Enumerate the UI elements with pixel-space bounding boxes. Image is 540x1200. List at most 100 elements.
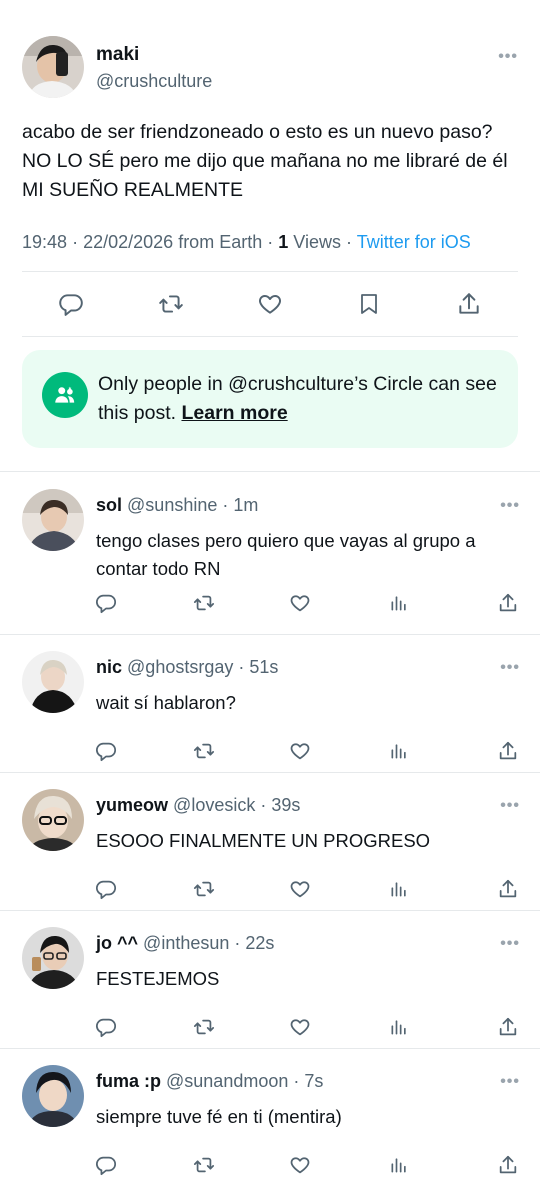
views-button[interactable] <box>379 1145 419 1185</box>
reply-text: siempre tuve fé en ti (mentira) <box>96 1106 342 1127</box>
reply-item[interactable]: jo ^^ @inthesun · 22s ••• FESTEJEMOS <box>0 911 540 1049</box>
reply-author-name[interactable]: nic <box>96 657 122 677</box>
reply-header: yumeow @lovesick · 39s <box>96 795 300 816</box>
reply-author-handle[interactable]: @ghostsrgay <box>127 657 233 677</box>
share-button[interactable] <box>488 1145 528 1185</box>
reply-avatar[interactable] <box>22 489 84 551</box>
circle-people-icon <box>42 372 88 418</box>
like-icon <box>290 881 310 898</box>
reply-actions <box>0 869 540 909</box>
retweet-button[interactable] <box>184 583 224 623</box>
reply-time: 1m <box>233 495 259 515</box>
reply-avatar[interactable] <box>22 651 84 713</box>
reply-header: fuma :p @sunandmoon · 7s <box>96 1071 323 1092</box>
more-icon[interactable]: ••• <box>500 935 520 953</box>
retweet-button[interactable] <box>184 1145 224 1185</box>
like-button[interactable] <box>280 583 320 623</box>
reply-avatar[interactable] <box>22 927 84 989</box>
reply-button[interactable] <box>86 869 126 909</box>
like-button[interactable] <box>280 869 320 909</box>
learn-more-link[interactable]: Learn more <box>181 402 287 424</box>
like-button[interactable] <box>250 284 290 324</box>
author-avatar[interactable] <box>22 36 84 98</box>
more-icon[interactable]: ••• <box>500 497 520 515</box>
views-button[interactable] <box>379 869 419 909</box>
more-icon[interactable]: ••• <box>498 48 518 66</box>
views-button[interactable] <box>379 1007 419 1047</box>
retweet-icon <box>193 1157 215 1173</box>
reply-icon <box>95 880 117 900</box>
reply-avatar[interactable] <box>22 789 84 851</box>
reply-header: jo ^^ @inthesun · 22s <box>96 933 274 954</box>
retweet-button[interactable] <box>184 1007 224 1047</box>
views-count[interactable]: 1 <box>278 232 288 252</box>
reply-author-handle[interactable]: @lovesick <box>173 795 255 815</box>
reply-icon <box>95 1156 117 1176</box>
author-handle[interactable]: @crushculture <box>96 71 212 92</box>
share-icon <box>499 879 517 898</box>
reply-author-handle[interactable]: @inthesun <box>143 933 229 953</box>
reply-text: tengo clases pero quiero que vayas al gr… <box>96 530 476 579</box>
reply-time: 7s <box>304 1071 324 1091</box>
reply-icon <box>59 294 83 316</box>
meta-separator: · <box>72 232 79 252</box>
share-button[interactable] <box>488 869 528 909</box>
views-icon <box>391 596 406 611</box>
meta-separator: · <box>267 232 274 252</box>
share-button[interactable] <box>488 731 528 771</box>
reply-button[interactable] <box>86 583 126 623</box>
share-button[interactable] <box>449 284 489 324</box>
reply-button[interactable] <box>86 1145 126 1185</box>
post-date: 22/02/2026 <box>83 232 174 252</box>
post-text: acabo de ser friendzoneado o esto es un … <box>22 121 508 201</box>
like-icon <box>290 743 310 760</box>
like-button[interactable] <box>280 731 320 771</box>
divider <box>22 336 518 337</box>
reply-author-name[interactable]: yumeow <box>96 795 168 815</box>
author-name[interactable]: maki <box>96 44 139 66</box>
post-actions <box>0 272 540 336</box>
more-icon[interactable]: ••• <box>500 659 520 677</box>
post-client[interactable]: Twitter for iOS <box>357 232 471 252</box>
reply-button[interactable] <box>51 284 91 324</box>
share-icon <box>499 741 517 760</box>
bookmark-icon <box>361 294 377 314</box>
reply-button[interactable] <box>86 1007 126 1047</box>
reply-avatar[interactable] <box>22 1065 84 1127</box>
like-button[interactable] <box>280 1007 320 1047</box>
reply-separator: · <box>238 657 245 677</box>
views-icon <box>391 1158 406 1173</box>
views-button[interactable] <box>379 731 419 771</box>
reply-item[interactable]: fuma :p @sunandmoon · 7s ••• siempre tuv… <box>0 1049 540 1187</box>
bookmark-button[interactable] <box>349 284 389 324</box>
reply-author-name[interactable]: jo ^^ <box>96 933 138 953</box>
more-icon[interactable]: ••• <box>500 797 520 815</box>
retweet-icon <box>193 1019 215 1035</box>
reply-item[interactable]: nic @ghostsrgay · 51s ••• wait sí hablar… <box>0 635 540 773</box>
post-location: from Earth <box>178 232 263 252</box>
reply-separator: · <box>260 795 267 815</box>
retweet-button[interactable] <box>184 731 224 771</box>
reply-icon <box>95 742 117 762</box>
meta-separator: · <box>346 232 352 252</box>
views-label[interactable]: Views <box>293 232 341 252</box>
reply-author-name[interactable]: sol <box>96 495 122 515</box>
reply-author-handle[interactable]: @sunandmoon <box>166 1071 288 1091</box>
reply-button[interactable] <box>86 731 126 771</box>
views-button[interactable] <box>379 583 419 623</box>
share-button[interactable] <box>488 583 528 623</box>
share-button[interactable] <box>488 1007 528 1047</box>
retweet-button[interactable] <box>184 869 224 909</box>
reply-text: FESTEJEMOS <box>96 968 220 989</box>
more-icon[interactable]: ••• <box>500 1073 520 1091</box>
retweet-button[interactable] <box>151 284 191 324</box>
retweet-icon <box>193 595 215 611</box>
like-button[interactable] <box>280 1145 320 1185</box>
share-icon <box>499 1017 517 1036</box>
author-row: maki @crushculture ••• <box>22 36 520 100</box>
reply-item[interactable]: yumeow @lovesick · 39s ••• ESOOO FINALME… <box>0 773 540 911</box>
reply-author-name[interactable]: fuma :p <box>96 1071 161 1091</box>
reply-actions <box>0 1007 540 1047</box>
reply-item[interactable]: sol @sunshine · 1m ••• tengo clases pero… <box>0 473 540 614</box>
reply-author-handle[interactable]: @sunshine <box>127 495 217 515</box>
